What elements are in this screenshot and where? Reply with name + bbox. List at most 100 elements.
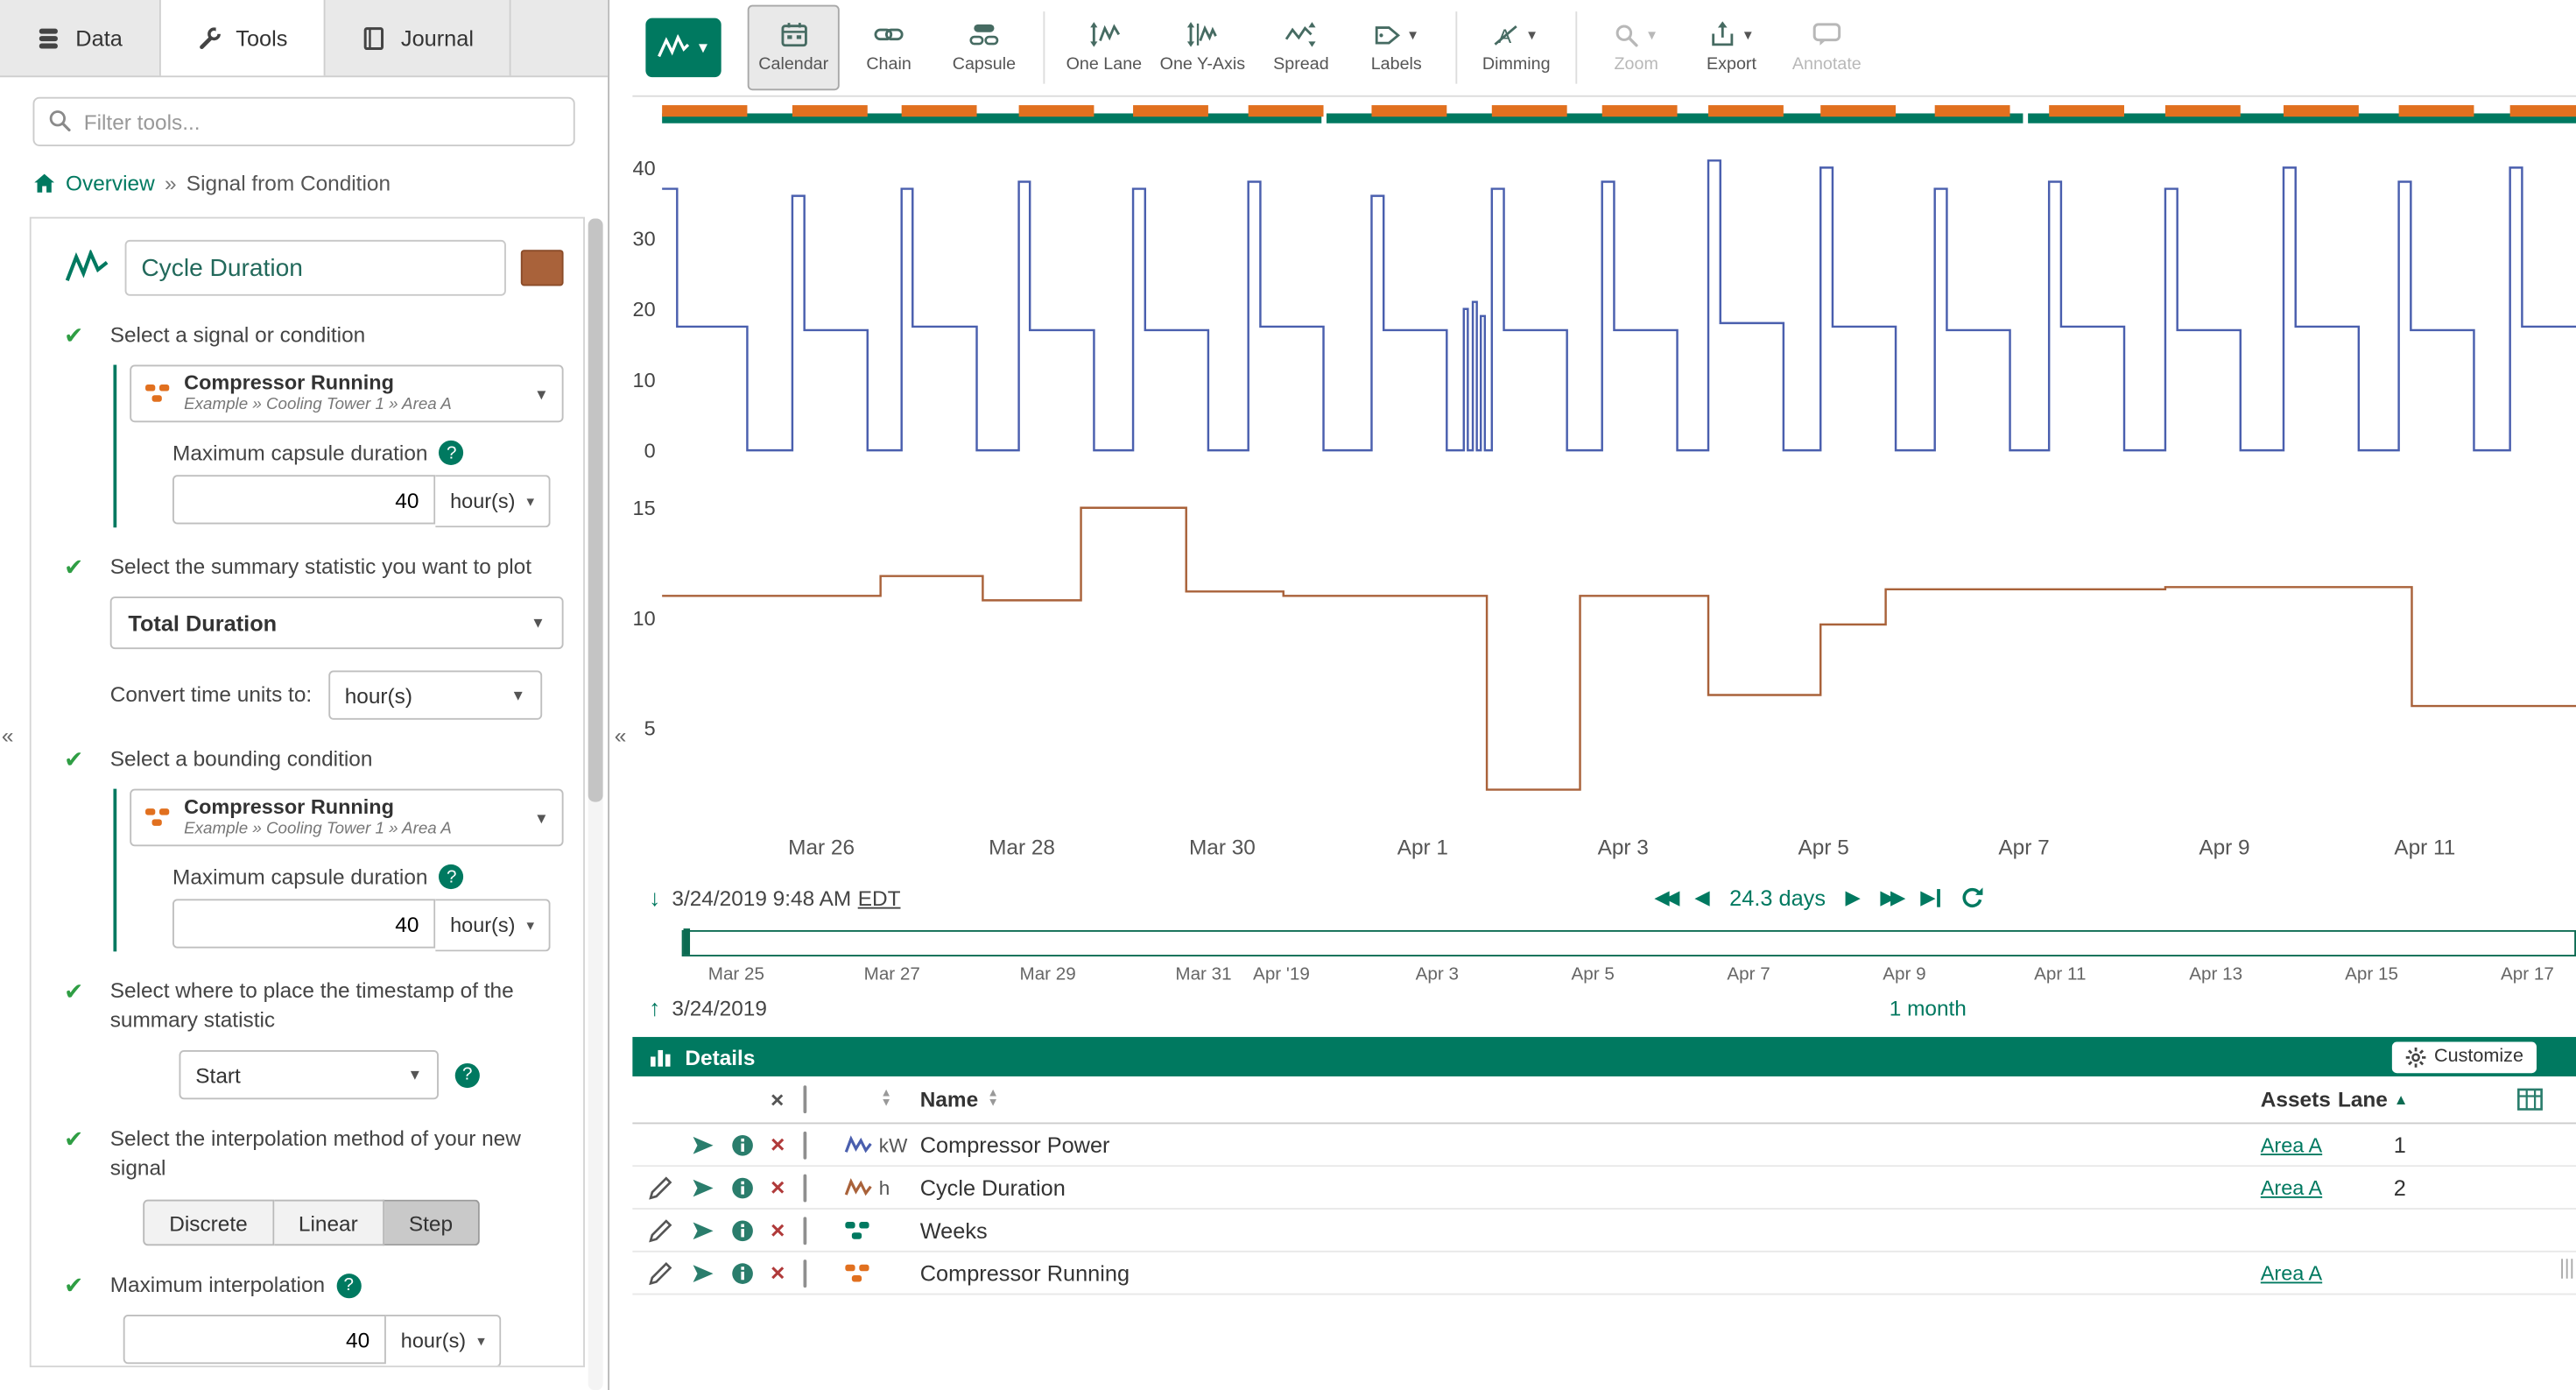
unit-dropdown[interactable]: hour(s) ▾ bbox=[386, 1315, 502, 1367]
remove-icon[interactable]: × bbox=[771, 1176, 785, 1197]
item-name[interactable]: Compressor Power bbox=[920, 1132, 1110, 1157]
customize-button[interactable]: Customize bbox=[2391, 1041, 2537, 1073]
unit-dropdown[interactable]: hour(s) ▾ bbox=[435, 899, 551, 951]
row-checkbox[interactable] bbox=[804, 1217, 807, 1242]
tab-journal[interactable]: Journal bbox=[326, 0, 512, 75]
send-icon[interactable] bbox=[692, 1134, 714, 1155]
dimming-button[interactable]: A ▼ Dimming bbox=[1470, 5, 1562, 91]
send-icon[interactable] bbox=[692, 1262, 714, 1283]
info-icon[interactable] bbox=[731, 1175, 754, 1198]
max-capsule-input[interactable] bbox=[172, 475, 435, 524]
interp-linear-button[interactable]: Linear bbox=[274, 1200, 384, 1246]
sort-name-icon[interactable]: ▲▼ bbox=[988, 1090, 999, 1110]
trend-chart[interactable]: 40302010015105Mar 26Mar 28Mar 30Apr 1Apr… bbox=[632, 97, 2576, 873]
result-name-input[interactable] bbox=[125, 240, 506, 296]
info-icon[interactable] bbox=[731, 1218, 754, 1241]
sort-type-icon[interactable]: ▲▼ bbox=[881, 1090, 892, 1110]
capsule-weeks[interactable] bbox=[662, 113, 1321, 123]
help-icon[interactable]: ? bbox=[440, 864, 464, 889]
unit-dropdown[interactable]: hour(s) ▾ bbox=[435, 475, 551, 527]
select-all-checkbox[interactable] bbox=[804, 1087, 807, 1111]
capsule-compressor-running[interactable] bbox=[2049, 105, 2124, 116]
edit-icon[interactable] bbox=[649, 1175, 672, 1198]
bounding-max-capsule-input[interactable] bbox=[172, 899, 435, 948]
table-row[interactable]: × Compressor Running Area A bbox=[632, 1252, 2576, 1295]
one-y-axis-button[interactable]: One Y-Axis bbox=[1153, 5, 1251, 91]
interp-discrete-button[interactable]: Discrete bbox=[143, 1200, 274, 1246]
convert-units-select[interactable]: hour(s) ▼ bbox=[328, 671, 542, 720]
column-header-assets[interactable]: Assets bbox=[2261, 1087, 2331, 1111]
row-checkbox[interactable] bbox=[804, 1175, 807, 1200]
investigate-range-duration[interactable]: 1 month bbox=[1890, 995, 1967, 1020]
asset-link[interactable]: Area A bbox=[2261, 1261, 2322, 1284]
row-checkbox[interactable] bbox=[804, 1260, 807, 1285]
step-forward-half-icon[interactable]: ▶ bbox=[1846, 886, 1861, 908]
help-icon[interactable]: ? bbox=[336, 1273, 361, 1297]
range-start-arrow-icon[interactable]: ↓ bbox=[649, 884, 660, 910]
asset-link[interactable]: Area A bbox=[2261, 1175, 2322, 1198]
capsule-compressor-running[interactable] bbox=[662, 105, 747, 116]
remove-icon[interactable]: × bbox=[771, 1219, 785, 1240]
statistic-select[interactable]: Total Duration ▼ bbox=[110, 596, 564, 649]
signal-select[interactable]: Compressor Running Example » Cooling Tow… bbox=[130, 365, 563, 423]
capsule-compressor-running[interactable] bbox=[1935, 105, 2010, 116]
calendar-mode-button[interactable]: Calendar bbox=[748, 5, 840, 91]
item-name[interactable]: Compressor Running bbox=[920, 1260, 1130, 1285]
collapse-sidebar-handle[interactable]: « bbox=[615, 723, 627, 748]
capsule-compressor-running[interactable] bbox=[1371, 105, 1446, 116]
remove-icon[interactable]: × bbox=[771, 1134, 785, 1155]
column-header-name[interactable]: Name bbox=[920, 1087, 978, 1111]
interp-step-button[interactable]: Step bbox=[384, 1200, 479, 1246]
step-forward-full-icon[interactable]: ▶▶ bbox=[1880, 886, 1900, 908]
capsule-compressor-running[interactable] bbox=[1602, 105, 1678, 116]
collapse-window-handle[interactable]: « bbox=[2, 723, 14, 748]
table-row[interactable]: × kW Compressor Power Area A 1 bbox=[632, 1124, 2576, 1167]
view-selector-button[interactable]: ▼ bbox=[645, 18, 721, 78]
help-icon[interactable]: ? bbox=[455, 1062, 480, 1087]
capsule-compressor-running[interactable] bbox=[1708, 105, 1784, 116]
item-name[interactable]: Weeks bbox=[920, 1217, 988, 1242]
capsule-compressor-running[interactable] bbox=[792, 105, 868, 116]
capsule-compressor-running[interactable] bbox=[2510, 105, 2576, 116]
sort-lane-asc-icon[interactable]: ▲ bbox=[2394, 1091, 2409, 1108]
asset-link[interactable]: Area A bbox=[2261, 1133, 2322, 1156]
step-to-end-icon[interactable]: ▶ bbox=[1920, 886, 1940, 908]
capsule-compressor-running[interactable] bbox=[1249, 105, 1324, 116]
timeline-selected-region[interactable] bbox=[682, 930, 2576, 956]
bounding-select[interactable]: Compressor Running Example » Cooling Tow… bbox=[130, 789, 563, 847]
step-back-half-icon[interactable]: ◀ bbox=[1694, 886, 1709, 908]
table-row[interactable]: × h Cycle Duration Area A 2 bbox=[632, 1167, 2576, 1210]
capsule-compressor-running[interactable] bbox=[1820, 105, 1896, 116]
details-resize-grip[interactable] bbox=[2560, 1259, 2572, 1279]
table-row[interactable]: × Weeks bbox=[632, 1210, 2576, 1252]
step-back-full-icon[interactable]: ◀◀ bbox=[1654, 886, 1674, 908]
sidebar-scrollbar[interactable] bbox=[588, 219, 603, 1390]
chain-mode-button[interactable]: Chain bbox=[843, 5, 935, 91]
breadcrumb-overview-link[interactable]: Overview bbox=[66, 171, 155, 195]
series-cycle-duration[interactable] bbox=[662, 508, 2576, 790]
capsule-compressor-running[interactable] bbox=[2284, 105, 2359, 116]
refresh-icon[interactable] bbox=[1960, 885, 1985, 909]
capsule-compressor-running[interactable] bbox=[1019, 105, 1094, 116]
labels-button[interactable]: ▼ Labels bbox=[1350, 5, 1442, 91]
export-button[interactable]: ▼ Export bbox=[1686, 5, 1777, 91]
display-range-duration[interactable]: 24.3 days bbox=[1729, 885, 1826, 909]
timezone-link[interactable]: EDT bbox=[858, 885, 901, 909]
color-swatch-button[interactable] bbox=[521, 250, 564, 286]
capsule-mode-button[interactable]: Capsule bbox=[938, 5, 1030, 91]
series-compressor-power[interactable] bbox=[662, 160, 2576, 450]
investigate-start-arrow-icon[interactable]: ↑ bbox=[649, 994, 660, 1020]
timestamp-select[interactable]: Start ▼ bbox=[179, 1050, 439, 1099]
remove-all-icon[interactable]: × bbox=[771, 1086, 784, 1112]
remove-icon[interactable]: × bbox=[771, 1262, 785, 1283]
row-checkbox[interactable] bbox=[804, 1132, 807, 1157]
timeline-left-handle[interactable] bbox=[684, 928, 691, 955]
filter-tools-input[interactable] bbox=[33, 97, 575, 146]
tab-data[interactable]: Data bbox=[0, 0, 160, 75]
capsule-compressor-running[interactable] bbox=[1492, 105, 1567, 116]
send-icon[interactable] bbox=[692, 1219, 714, 1240]
one-lane-button[interactable]: One Lane bbox=[1058, 5, 1150, 91]
column-header-lane[interactable]: Lane bbox=[2338, 1087, 2388, 1111]
spread-button[interactable]: Spread bbox=[1255, 5, 1347, 91]
capsule-compressor-running[interactable] bbox=[2399, 105, 2474, 116]
